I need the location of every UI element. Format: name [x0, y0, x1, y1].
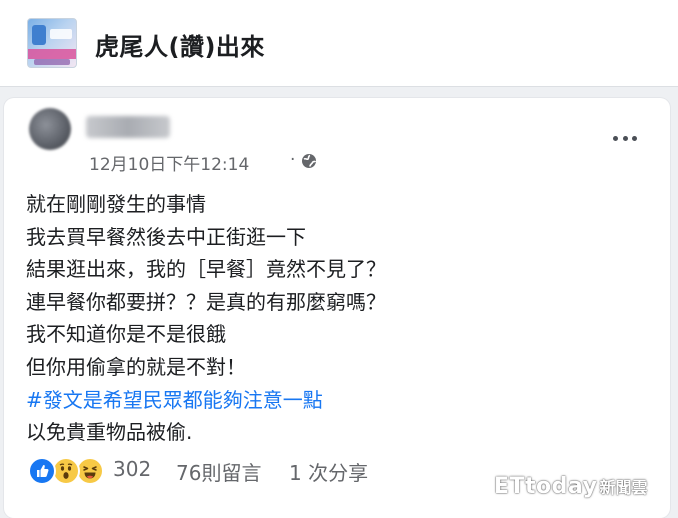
shares-count[interactable]: 1 次分享 — [289, 457, 368, 486]
group-avatar-shape — [34, 59, 70, 65]
post-text-line: 我去買早餐然後去中正街逛一下 — [26, 224, 306, 249]
group-avatar-shape — [32, 25, 46, 45]
more-options-icon[interactable] — [613, 128, 637, 148]
post-timestamp[interactable]: 12月10日下午12:14 — [89, 150, 249, 175]
post-text-line: 就在剛剛發生的事情 — [26, 192, 206, 216]
post-text-line: 我不知道你是不是很餓 — [26, 322, 226, 347]
haha-icon — [76, 457, 104, 485]
author-name-redacted[interactable] — [86, 116, 170, 138]
wow-icon — [52, 457, 80, 485]
watermark-brand: ETtoday — [494, 474, 598, 499]
comments-count[interactable]: 76則留言 — [176, 457, 261, 486]
post-text-line: 以免貴重物品被偷. — [26, 420, 193, 445]
group-header: 虎尾人(讚)出來 — [0, 0, 678, 87]
watermark-sub: 新聞雲 — [599, 478, 648, 497]
reaction-count[interactable]: 302 — [113, 457, 151, 481]
like-icon — [28, 457, 56, 485]
group-avatar-shape — [28, 49, 76, 59]
timestamp-separator: · — [290, 150, 296, 170]
group-avatar[interactable] — [27, 18, 77, 68]
group-name[interactable]: 虎尾人(讚)出來 — [95, 27, 265, 62]
post-text-line: 結果逛出來，我的［早餐］竟然不見了？ — [26, 257, 386, 282]
reaction-icons[interactable] — [28, 457, 106, 485]
post-text-line: 但你用偷拿的就是不對！ — [26, 354, 246, 379]
ettoday-watermark: ETtoday 新聞雲 — [494, 474, 647, 499]
author-avatar[interactable] — [29, 108, 71, 150]
post-text: 就在剛剛發生的事情 我去買早餐然後去中正街逛一下 結果逛出來，我的［早餐］竟然不… — [26, 188, 386, 449]
globe-icon — [301, 153, 317, 169]
group-avatar-shape — [50, 29, 72, 39]
post-text-line: 連早餐你都要拼？？是真的有那麼窮嗎？ — [26, 289, 386, 314]
hashtag-link[interactable]: #發文是希望民眾都能夠注意一點 — [26, 384, 386, 417]
